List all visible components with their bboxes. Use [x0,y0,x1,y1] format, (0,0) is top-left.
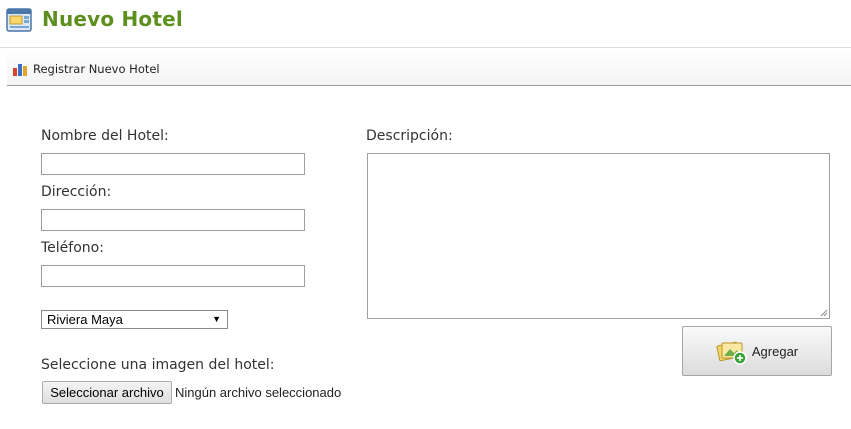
toolbar: Registrar Nuevo Hotel [7,48,851,86]
page-title: Nuevo Hotel [42,7,183,31]
file-status-text: Ningún archivo seleccionado [175,385,342,400]
hotel-name-input[interactable] [41,153,305,175]
bar-chart-icon [13,64,27,76]
resize-grip-icon[interactable] [820,309,828,317]
image-label: Seleccione una imagen del hotel: [41,357,275,373]
address-input[interactable] [41,209,305,231]
register-hotel-link[interactable]: Registrar Nuevo Hotel [12,62,160,76]
region-select[interactable]: Riviera Maya ▼ [41,310,228,329]
page-header: Nuevo Hotel [0,0,851,48]
phone-input[interactable] [41,265,305,287]
hotel-window-icon [6,8,32,32]
region-selected-value: Riviera Maya [47,312,123,327]
dropdown-arrow-icon: ▼ [212,314,221,324]
description-label: Descripción: [366,128,453,144]
hotel-name-label: Nombre del Hotel: [41,128,169,144]
add-button-label: Agregar [751,343,799,359]
address-label: Dirección: [41,184,112,200]
choose-file-button[interactable]: Seleccionar archivo [42,381,172,404]
description-textarea[interactable] [367,153,830,319]
add-image-icon [716,341,747,365]
register-hotel-label: Registrar Nuevo Hotel [33,62,160,76]
add-button[interactable]: Agregar [682,326,832,376]
phone-label: Teléfono: [41,240,104,256]
